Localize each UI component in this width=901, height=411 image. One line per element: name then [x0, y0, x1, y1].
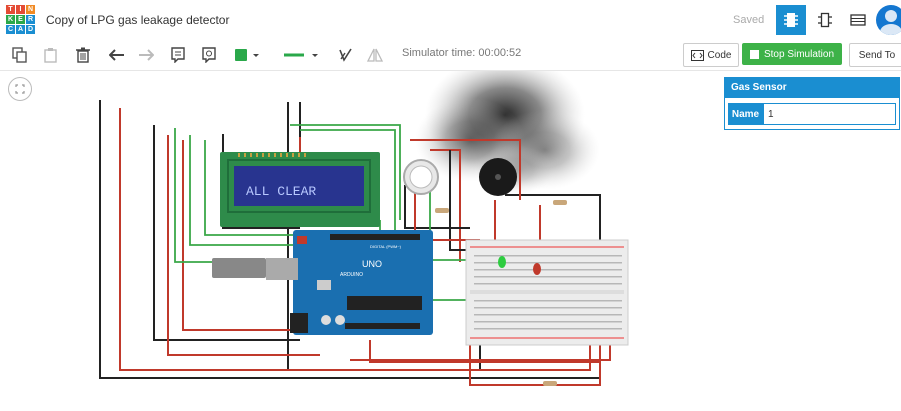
paste-button[interactable] [40, 44, 62, 66]
arduino-uno-label: UNO [362, 259, 382, 269]
resistor[interactable] [435, 208, 449, 213]
resistor[interactable] [543, 381, 557, 386]
tinkercad-logo[interactable]: T I N K E R C A D [6, 5, 35, 35]
logo-letter: D [26, 25, 35, 34]
color-picker[interactable] [234, 44, 264, 66]
avatar-icon [880, 10, 901, 35]
stop-icon [749, 49, 759, 59]
eye-note-icon [202, 47, 216, 63]
arduino-header-label: DIGITAL (PWM~) [370, 244, 402, 249]
wire-type-picker[interactable] [282, 44, 322, 66]
send-to-button[interactable]: Send To [849, 43, 901, 67]
circuit-view-button[interactable] [776, 5, 806, 35]
schematic-view-icon [818, 12, 832, 28]
logo-letter: N [26, 5, 35, 14]
copy-button[interactable] [9, 44, 31, 66]
redo-icon [139, 49, 154, 61]
design-title[interactable]: Copy of LPG gas leakage detector [46, 13, 229, 27]
circuit-view-icon [784, 13, 798, 27]
show-notes-button[interactable] [198, 44, 220, 66]
wire-type-icon [284, 53, 318, 57]
logo-letter: E [16, 15, 25, 24]
save-status: Saved [733, 14, 765, 26]
logo-letter: R [26, 15, 35, 24]
notes-icon [171, 47, 185, 63]
potentiometer[interactable] [403, 159, 439, 195]
flip-icon [367, 48, 383, 62]
red-led[interactable] [533, 263, 541, 275]
color-swatch-icon [235, 49, 259, 61]
logo-letter: C [6, 25, 15, 34]
rotate-button[interactable] [334, 44, 356, 66]
piezo-buzzer[interactable] [479, 158, 517, 196]
arduino-brand-label: ARDUINO [340, 272, 363, 278]
simulator-time: Simulator time: 00:00:52 [402, 47, 522, 59]
logo-letter: T [6, 5, 15, 14]
list-icon [850, 14, 866, 26]
code-button[interactable]: Code [683, 43, 739, 67]
user-avatar[interactable] [876, 5, 901, 35]
paste-icon [44, 48, 57, 63]
component-list-button[interactable] [843, 5, 873, 35]
logo-letter: I [16, 5, 25, 14]
undo-icon [109, 49, 124, 61]
trash-icon [76, 47, 90, 63]
green-led[interactable] [498, 256, 506, 268]
inspector-title: Gas Sensor [725, 78, 899, 98]
logo-letter: A [16, 25, 25, 34]
name-label: Name [728, 103, 763, 125]
flip-button[interactable] [364, 44, 386, 66]
name-input[interactable]: 1 [763, 103, 896, 125]
copy-icon [12, 47, 27, 63]
breadboard[interactable] [465, 239, 629, 346]
stop-simulation-label: Stop Simulation [763, 48, 835, 60]
lcd-text: ALL CLEAR [246, 184, 316, 199]
stop-simulation-button[interactable]: Stop Simulation [742, 43, 842, 65]
schematic-view-button[interactable] [810, 5, 840, 35]
notes-button[interactable] [167, 44, 189, 66]
resistor[interactable] [553, 200, 567, 205]
undo-button[interactable] [106, 44, 128, 66]
redo-button[interactable] [135, 44, 157, 66]
code-icon [690, 49, 704, 61]
top-bar: T I N K E R C A D Copy of LPG gas leakag… [0, 0, 901, 41]
rotate-icon [339, 48, 352, 62]
code-label: Code [707, 49, 732, 61]
delete-button[interactable] [72, 44, 94, 66]
logo-letter: K [6, 15, 15, 24]
component-inspector: Gas Sensor Name 1 [724, 77, 900, 130]
name-row: Name 1 [725, 103, 899, 125]
